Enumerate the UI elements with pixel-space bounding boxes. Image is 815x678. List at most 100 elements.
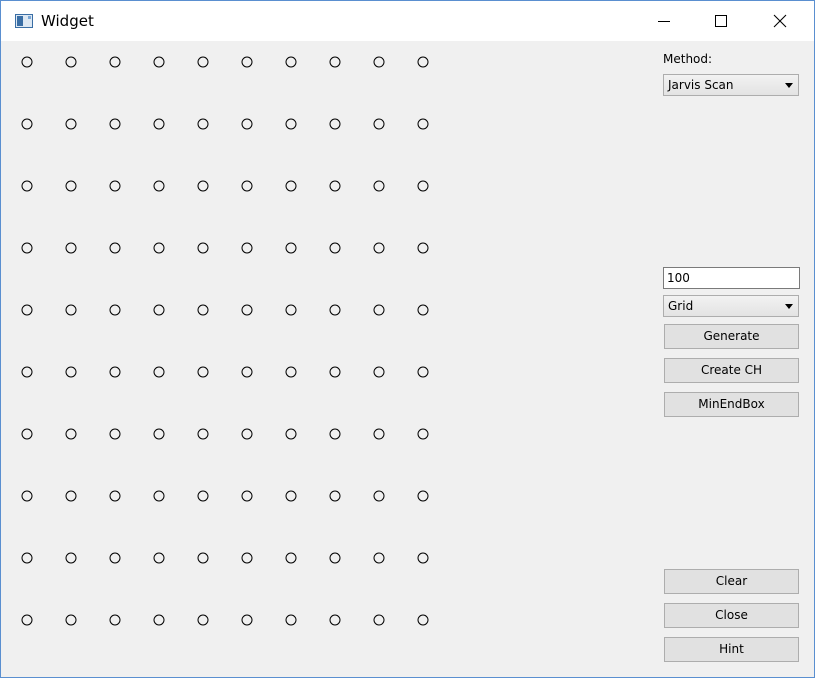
grid-point: [109, 56, 121, 68]
grid-point: [21, 428, 33, 440]
grid-point: [197, 490, 209, 502]
minimize-button[interactable]: [641, 1, 687, 41]
maximize-button[interactable]: [698, 1, 744, 41]
grid-point: [417, 242, 429, 254]
grid-point: [417, 304, 429, 316]
grid-point: [153, 180, 165, 192]
grid-point: [109, 366, 121, 378]
grid-point: [21, 490, 33, 502]
grid-point: [197, 304, 209, 316]
grid-point: [153, 242, 165, 254]
app-window: Widget Method: Jarvis Scan Grid Ge: [0, 0, 815, 678]
grid-point: [153, 118, 165, 130]
point-count-input[interactable]: [663, 267, 800, 289]
grid-point: [241, 552, 253, 564]
grid-point: [109, 614, 121, 626]
points-layer: [21, 56, 429, 626]
grid-point: [65, 118, 77, 130]
grid-point: [329, 118, 341, 130]
grid-point: [21, 242, 33, 254]
grid-point: [417, 490, 429, 502]
grid-point: [241, 304, 253, 316]
grid-point: [153, 552, 165, 564]
grid-point: [329, 428, 341, 440]
grid-point: [153, 428, 165, 440]
grid-point: [373, 180, 385, 192]
method-select[interactable]: Jarvis Scan: [663, 74, 799, 96]
grid-point: [197, 428, 209, 440]
grid-point: [21, 56, 33, 68]
title-bar[interactable]: Widget: [1, 1, 814, 41]
grid-point: [21, 552, 33, 564]
grid-point: [329, 56, 341, 68]
grid-point: [65, 180, 77, 192]
grid-point: [285, 428, 297, 440]
grid-point: [153, 490, 165, 502]
generate-button[interactable]: Generate: [664, 324, 799, 349]
grid-point: [417, 428, 429, 440]
grid-point: [373, 242, 385, 254]
grid-point: [197, 118, 209, 130]
grid-point: [417, 180, 429, 192]
grid-point: [285, 490, 297, 502]
grid-point: [417, 366, 429, 378]
grid-point: [21, 118, 33, 130]
clear-button[interactable]: Clear: [664, 569, 799, 594]
chevron-down-icon: [785, 83, 793, 88]
grid-point: [373, 614, 385, 626]
close-button[interactable]: Close: [664, 603, 799, 628]
grid-point: [373, 490, 385, 502]
grid-point: [197, 242, 209, 254]
grid-point: [109, 242, 121, 254]
grid-point: [65, 366, 77, 378]
grid-point: [373, 552, 385, 564]
grid-point: [197, 614, 209, 626]
grid-point: [153, 56, 165, 68]
grid-point: [153, 304, 165, 316]
grid-point: [285, 180, 297, 192]
grid-point: [329, 366, 341, 378]
grid-point: [109, 490, 121, 502]
grid-point: [417, 56, 429, 68]
create-ch-button[interactable]: Create CH: [664, 358, 799, 383]
drawing-canvas[interactable]: [2, 42, 642, 676]
close-window-button[interactable]: [757, 1, 803, 41]
grid-point: [109, 428, 121, 440]
grid-point: [241, 242, 253, 254]
grid-point: [109, 118, 121, 130]
grid-point: [329, 180, 341, 192]
grid-point: [153, 366, 165, 378]
grid-point: [65, 56, 77, 68]
grid-point: [65, 614, 77, 626]
method-label: Method:: [663, 52, 713, 66]
grid-point: [109, 304, 121, 316]
close-icon: [773, 14, 787, 28]
grid-point: [417, 614, 429, 626]
grid-point: [329, 552, 341, 564]
grid-point: [285, 118, 297, 130]
grid-point: [65, 304, 77, 316]
grid-point: [21, 614, 33, 626]
grid-point: [329, 242, 341, 254]
grid-point: [241, 490, 253, 502]
grid-point: [21, 366, 33, 378]
method-select-value: Jarvis Scan: [668, 78, 734, 92]
grid-point: [65, 490, 77, 502]
grid-point: [65, 242, 77, 254]
min-end-box-button[interactable]: MinEndBox: [664, 392, 799, 417]
distribution-select-value: Grid: [668, 299, 694, 313]
grid-point: [417, 552, 429, 564]
maximize-icon: [715, 15, 727, 27]
grid-point: [197, 180, 209, 192]
grid-point: [109, 180, 121, 192]
grid-point: [285, 614, 297, 626]
hint-button[interactable]: Hint: [664, 637, 799, 662]
grid-point: [197, 552, 209, 564]
grid-point: [373, 428, 385, 440]
grid-point: [241, 428, 253, 440]
grid-point: [241, 118, 253, 130]
grid-point: [329, 304, 341, 316]
distribution-select[interactable]: Grid: [663, 295, 799, 317]
app-window-icon: [15, 14, 33, 28]
grid-point: [285, 56, 297, 68]
